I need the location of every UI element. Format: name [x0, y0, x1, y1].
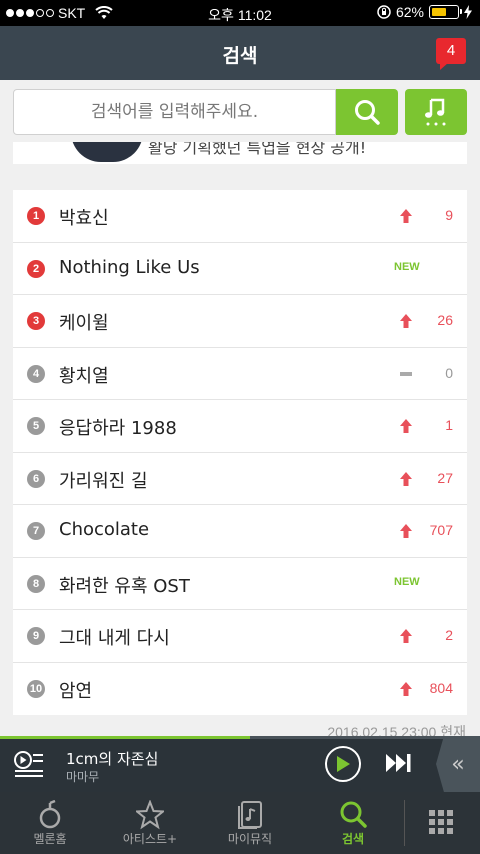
no-change-icon	[400, 371, 412, 376]
search-keyword: Nothing Like Us	[59, 256, 200, 278]
banner-text: 활당 기획했던 특엽을 현장 공개!	[148, 142, 367, 157]
star-icon	[136, 800, 164, 830]
mini-player[interactable]: 1cm의 자존심 마마무 «	[0, 736, 480, 792]
app-header: 검색 4	[0, 26, 480, 80]
play-icon	[337, 756, 350, 772]
ranking-row[interactable]: 1 박효신 9	[13, 190, 467, 243]
play-button[interactable]	[325, 746, 361, 782]
melon-home-icon	[39, 800, 61, 829]
banner-image	[71, 142, 143, 162]
rank-change: 1	[445, 417, 453, 433]
rank-number: 6	[27, 469, 45, 488]
search-keyword: 박효신	[59, 208, 109, 229]
rank-change: 707	[429, 522, 453, 538]
rank-number: 3	[27, 312, 45, 330]
ranking-row[interactable]: 9 그대 내게 다시 2	[13, 610, 467, 663]
arrow-up-icon	[400, 629, 412, 643]
page-title: 검색	[222, 45, 258, 67]
rank-number: 1	[27, 207, 45, 225]
search-keyword: 응답하라 1988	[59, 418, 177, 439]
promo-banner[interactable]: 활당 기획했던 특엽을 현장 공개!	[13, 142, 467, 164]
tab-label: 아티스트+	[122, 832, 178, 846]
arrow-up-icon	[400, 681, 412, 696]
rank-number: 4	[27, 364, 45, 383]
search-keyword: 화려한 유혹 OST	[59, 575, 190, 597]
arrow-up-icon	[400, 471, 412, 486]
status-right: 62%	[377, 4, 472, 20]
status-bar: SKT 오후 11:02 62%	[0, 0, 480, 26]
rank-change: 2	[445, 627, 453, 643]
rank-number: 2	[27, 259, 45, 278]
search-icon	[355, 100, 380, 125]
search-keyword: 암연	[59, 680, 93, 702]
battery-icon	[429, 5, 462, 19]
battery-percent: 62%	[395, 4, 424, 20]
tab-label: 검색	[341, 832, 365, 846]
ranking-row[interactable]: 2 Nothing Like Us NEW	[13, 243, 467, 295]
rank-number: 5	[27, 417, 45, 435]
arrow-up-icon	[400, 209, 412, 223]
next-track-icon[interactable]	[385, 752, 413, 774]
bottom-tab-bar: 멜론홈 아티스트+ 마이뮤직 검색	[0, 792, 480, 854]
now-playing-title: 1cm의 자존심	[66, 750, 159, 768]
ranking-row[interactable]: 3 케이윌 26	[13, 295, 467, 348]
tab-melon-home[interactable]: 멜론홈	[0, 792, 100, 854]
rotation-lock-icon	[377, 5, 391, 19]
new-badge: NEW	[394, 260, 420, 273]
ranking-row[interactable]: 7 Chocolate 707	[13, 505, 467, 558]
rank-number: 7	[27, 522, 45, 540]
search-icon	[340, 801, 367, 828]
search-button[interactable]	[336, 89, 398, 135]
new-badge: NEW	[394, 575, 420, 588]
double-chevron-left-icon: «	[451, 751, 465, 777]
now-playing-artist: 마마무	[66, 770, 100, 784]
rank-change: 9	[445, 207, 453, 223]
tab-my-music[interactable]: 마이뮤직	[200, 792, 300, 854]
rank-change: 0	[445, 364, 453, 381]
playback-progress[interactable]	[0, 736, 480, 739]
rank-change: 26	[437, 312, 453, 328]
ranking-row[interactable]: 5 응답하라 1988 1	[13, 400, 467, 453]
search-keyword: 가리워진 길	[59, 470, 148, 492]
my-music-icon	[238, 801, 262, 829]
music-recognition-button[interactable]	[405, 89, 467, 135]
arrow-up-icon	[400, 314, 412, 328]
ranking-row[interactable]: 10 암연 804	[13, 663, 467, 716]
tab-divider	[404, 800, 405, 846]
collapse-player-button[interactable]: «	[436, 736, 480, 792]
rank-change: 804	[429, 679, 453, 696]
rank-change: 27	[437, 469, 453, 486]
search-keyword: Chocolate	[59, 519, 150, 540]
tab-search[interactable]: 검색	[303, 792, 403, 854]
tab-artist-plus[interactable]: 아티스트+	[100, 792, 200, 854]
charging-icon	[464, 5, 472, 19]
ranking-row[interactable]: 4 황치열 0	[13, 348, 467, 400]
notification-badge[interactable]: 4	[436, 38, 466, 70]
search-ranking-list: 1 박효신 9 2 Nothing Like Us NEW 3 케이윌 26 4…	[13, 190, 467, 715]
search-input[interactable]: 검색어를 입력해주세요.	[13, 89, 336, 135]
arrow-up-icon	[400, 524, 412, 538]
rank-number: 8	[27, 574, 45, 593]
ranking-row[interactable]: 8 화려한 유혹 OST NEW	[13, 558, 467, 610]
tab-label: 멜론홈	[33, 832, 67, 846]
arrow-up-icon	[400, 419, 412, 433]
menu-grid-icon[interactable]	[428, 809, 454, 835]
search-keyword: 그대 내게 다시	[59, 628, 170, 649]
tab-label: 마이뮤직	[227, 832, 273, 846]
rank-number: 9	[27, 627, 45, 645]
music-note-icon	[425, 98, 446, 126]
search-bar: 검색어를 입력해주세요.	[0, 80, 480, 142]
playlist-icon[interactable]	[14, 750, 44, 778]
rank-number: 10	[27, 679, 45, 698]
search-keyword: 황치열	[59, 365, 109, 387]
search-keyword: 케이윌	[59, 313, 109, 334]
ranking-row[interactable]: 6 가리워진 길 27	[13, 453, 467, 505]
